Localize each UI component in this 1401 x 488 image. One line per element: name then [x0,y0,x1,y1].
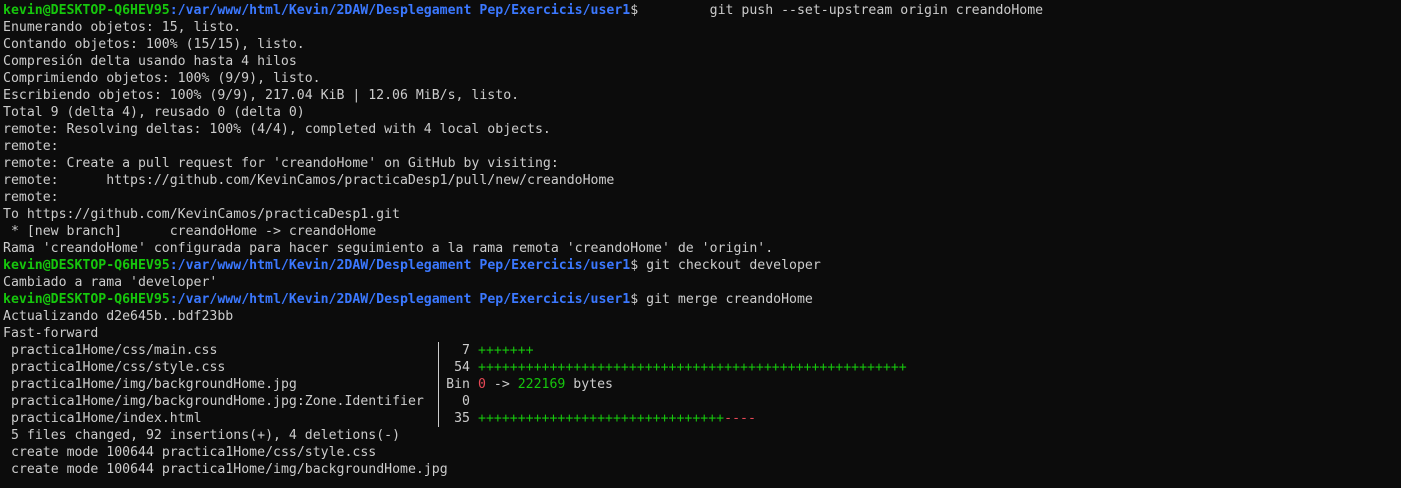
diffstat-file: practica1Home/index.html [11,411,202,426]
diffstat-graph: +++++++ [475,342,534,359]
diffstat-plus: ++++++++++++++++++++++++++++++++++++++++… [478,360,907,375]
diffstat-plus: +++++++ [478,343,534,358]
diffstat-file: practica1Home/img/backgroundHome.jpg:Zon… [11,394,424,409]
prompt-path: :/var/www/html/Kevin/2DAW/Desplegament P… [169,292,631,307]
output-line: To https://github.com/KevinCamos/practic… [3,207,400,222]
output-line: Cambiado a rama 'developer' [3,275,218,290]
output-line: remote: Resolving deltas: 100% (4/4), co… [3,122,551,137]
command-push: git push --set-upstream origin creandoHo… [638,3,1044,18]
command-merge: git merge creandoHome [638,292,813,307]
output-line: Actualizando d2e645b..bdf23bb [3,309,234,324]
diffstat-bin-from: 0 [478,377,486,392]
diffstat-bin-unit: bytes [565,377,613,392]
diffstat-row: practica1Home/css/main.css 7 +++++++ [3,342,1401,359]
prompt-user: kevin@DESKTOP-Q6HEV95 [3,258,170,273]
prompt-user: kevin@DESKTOP-Q6HEV95 [3,292,170,307]
output-line: remote: https://github.com/KevinCamos/pr… [3,173,615,188]
diffstat-count: 35 [454,411,470,426]
prompt-line-push: kevin@DESKTOP-Q6HEV95:/var/www/html/Kevi… [3,2,1401,19]
output-line: remote: Create a pull request for 'crean… [3,156,559,171]
output-line: remote: [3,190,59,205]
diffstat-count: 54 [454,360,470,375]
command-checkout: git checkout developer [638,258,821,273]
diffstat-graph: 0 -> 222169 bytes [475,376,613,393]
output-line: Fast-forward [3,326,99,341]
diffstat-summary: 5 files changed, 92 insertions(+), 4 del… [11,428,401,443]
terminal-window[interactable]: kevin@DESKTOP-Q6HEV95:/var/www/html/Kevi… [0,0,1401,488]
prompt-symbol: $ [630,258,639,273]
prompt-user: kevin@DESKTOP-Q6HEV95 [3,3,170,18]
diffstat-row: practica1Home/img/backgroundHome.jpg:Zon… [3,393,1401,410]
create-mode-line: create mode 100644 practica1Home/css/sty… [11,445,377,460]
output-line: Compresión delta usando hasta 4 hilos [3,54,297,69]
output-line: Total 9 (delta 4), reusado 0 (delta 0) [3,105,305,120]
diffstat-plus: +++++++++++++++++++++++++++++++ [478,411,725,426]
output-line: Contando objetos: 100% (15/15), listo. [3,37,305,52]
diffstat-row: practica1Home/css/style.css 54 +++++++++… [3,359,1401,376]
output-line: Escribiendo objetos: 100% (9/9), 217.04 … [3,88,520,103]
diffstat-count: 7 [462,343,470,358]
diffstat-file: practica1Home/img/backgroundHome.jpg [11,377,297,392]
output-line: Comprimiendo objetos: 100% (9/9), listo. [3,71,321,86]
output-line: Rama 'creandoHome' configurada para hace… [3,241,774,256]
prompt-line-checkout: kevin@DESKTOP-Q6HEV95:/var/www/html/Kevi… [3,257,1401,274]
diffstat-count: Bin [446,377,470,392]
output-line: remote: [3,139,59,154]
diffstat-bin-arrow: -> [485,377,518,392]
output-line: Enumerando objetos: 15, listo. [3,20,242,35]
diffstat-bin-to: 222169 [517,377,566,392]
diffstat-row: practica1Home/img/backgroundHome.jpg Bin… [3,376,1401,393]
diffstat-graph [475,393,478,410]
diffstat-graph: +++++++++++++++++++++++++++++++---- [475,410,756,427]
diffstat-graph: ++++++++++++++++++++++++++++++++++++++++… [475,359,907,376]
prompt-path: :/var/www/html/Kevin/2DAW/Desplegament P… [169,3,631,18]
create-mode-line: create mode 100644 practica1Home/img/bac… [11,462,448,477]
prompt-symbol: $ [630,3,639,18]
diffstat-row: practica1Home/index.html 35 ++++++++++++… [3,410,1401,427]
prompt-symbol: $ [630,292,639,307]
diffstat-file: practica1Home/css/main.css [11,343,218,358]
diffstat-count: 0 [462,394,470,409]
output-line: * [new branch] creandoHome -> creandoHom… [3,224,377,239]
prompt-line-merge: kevin@DESKTOP-Q6HEV95:/var/www/html/Kevi… [3,291,1401,308]
diffstat-file: practica1Home/css/style.css [11,360,226,375]
diffstat-minus: ---- [724,411,756,426]
prompt-path: :/var/www/html/Kevin/2DAW/Desplegament P… [169,258,631,273]
